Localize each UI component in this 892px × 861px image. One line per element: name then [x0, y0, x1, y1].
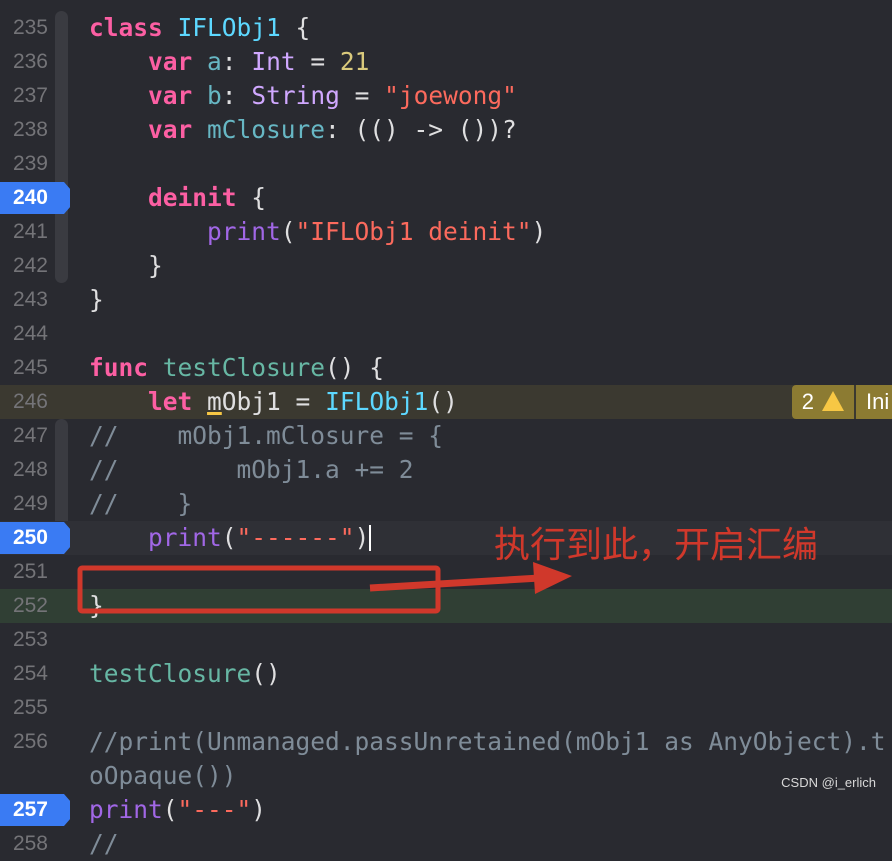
line-number: 257 [12, 798, 48, 821]
watermark: CSDN @i_erlich [781, 775, 876, 790]
annotation-arrow-line [369, 574, 541, 592]
line-number: 240 [12, 186, 48, 209]
code-line[interactable]: 258 // [0, 827, 892, 861]
annotation-arrow-head [533, 562, 572, 594]
line-number: 250 [12, 526, 48, 549]
code-text: // [89, 827, 889, 861]
annotation-overlay [77, 562, 572, 614]
code-token: // [89, 829, 119, 858]
line-number: 258 [12, 832, 48, 855]
